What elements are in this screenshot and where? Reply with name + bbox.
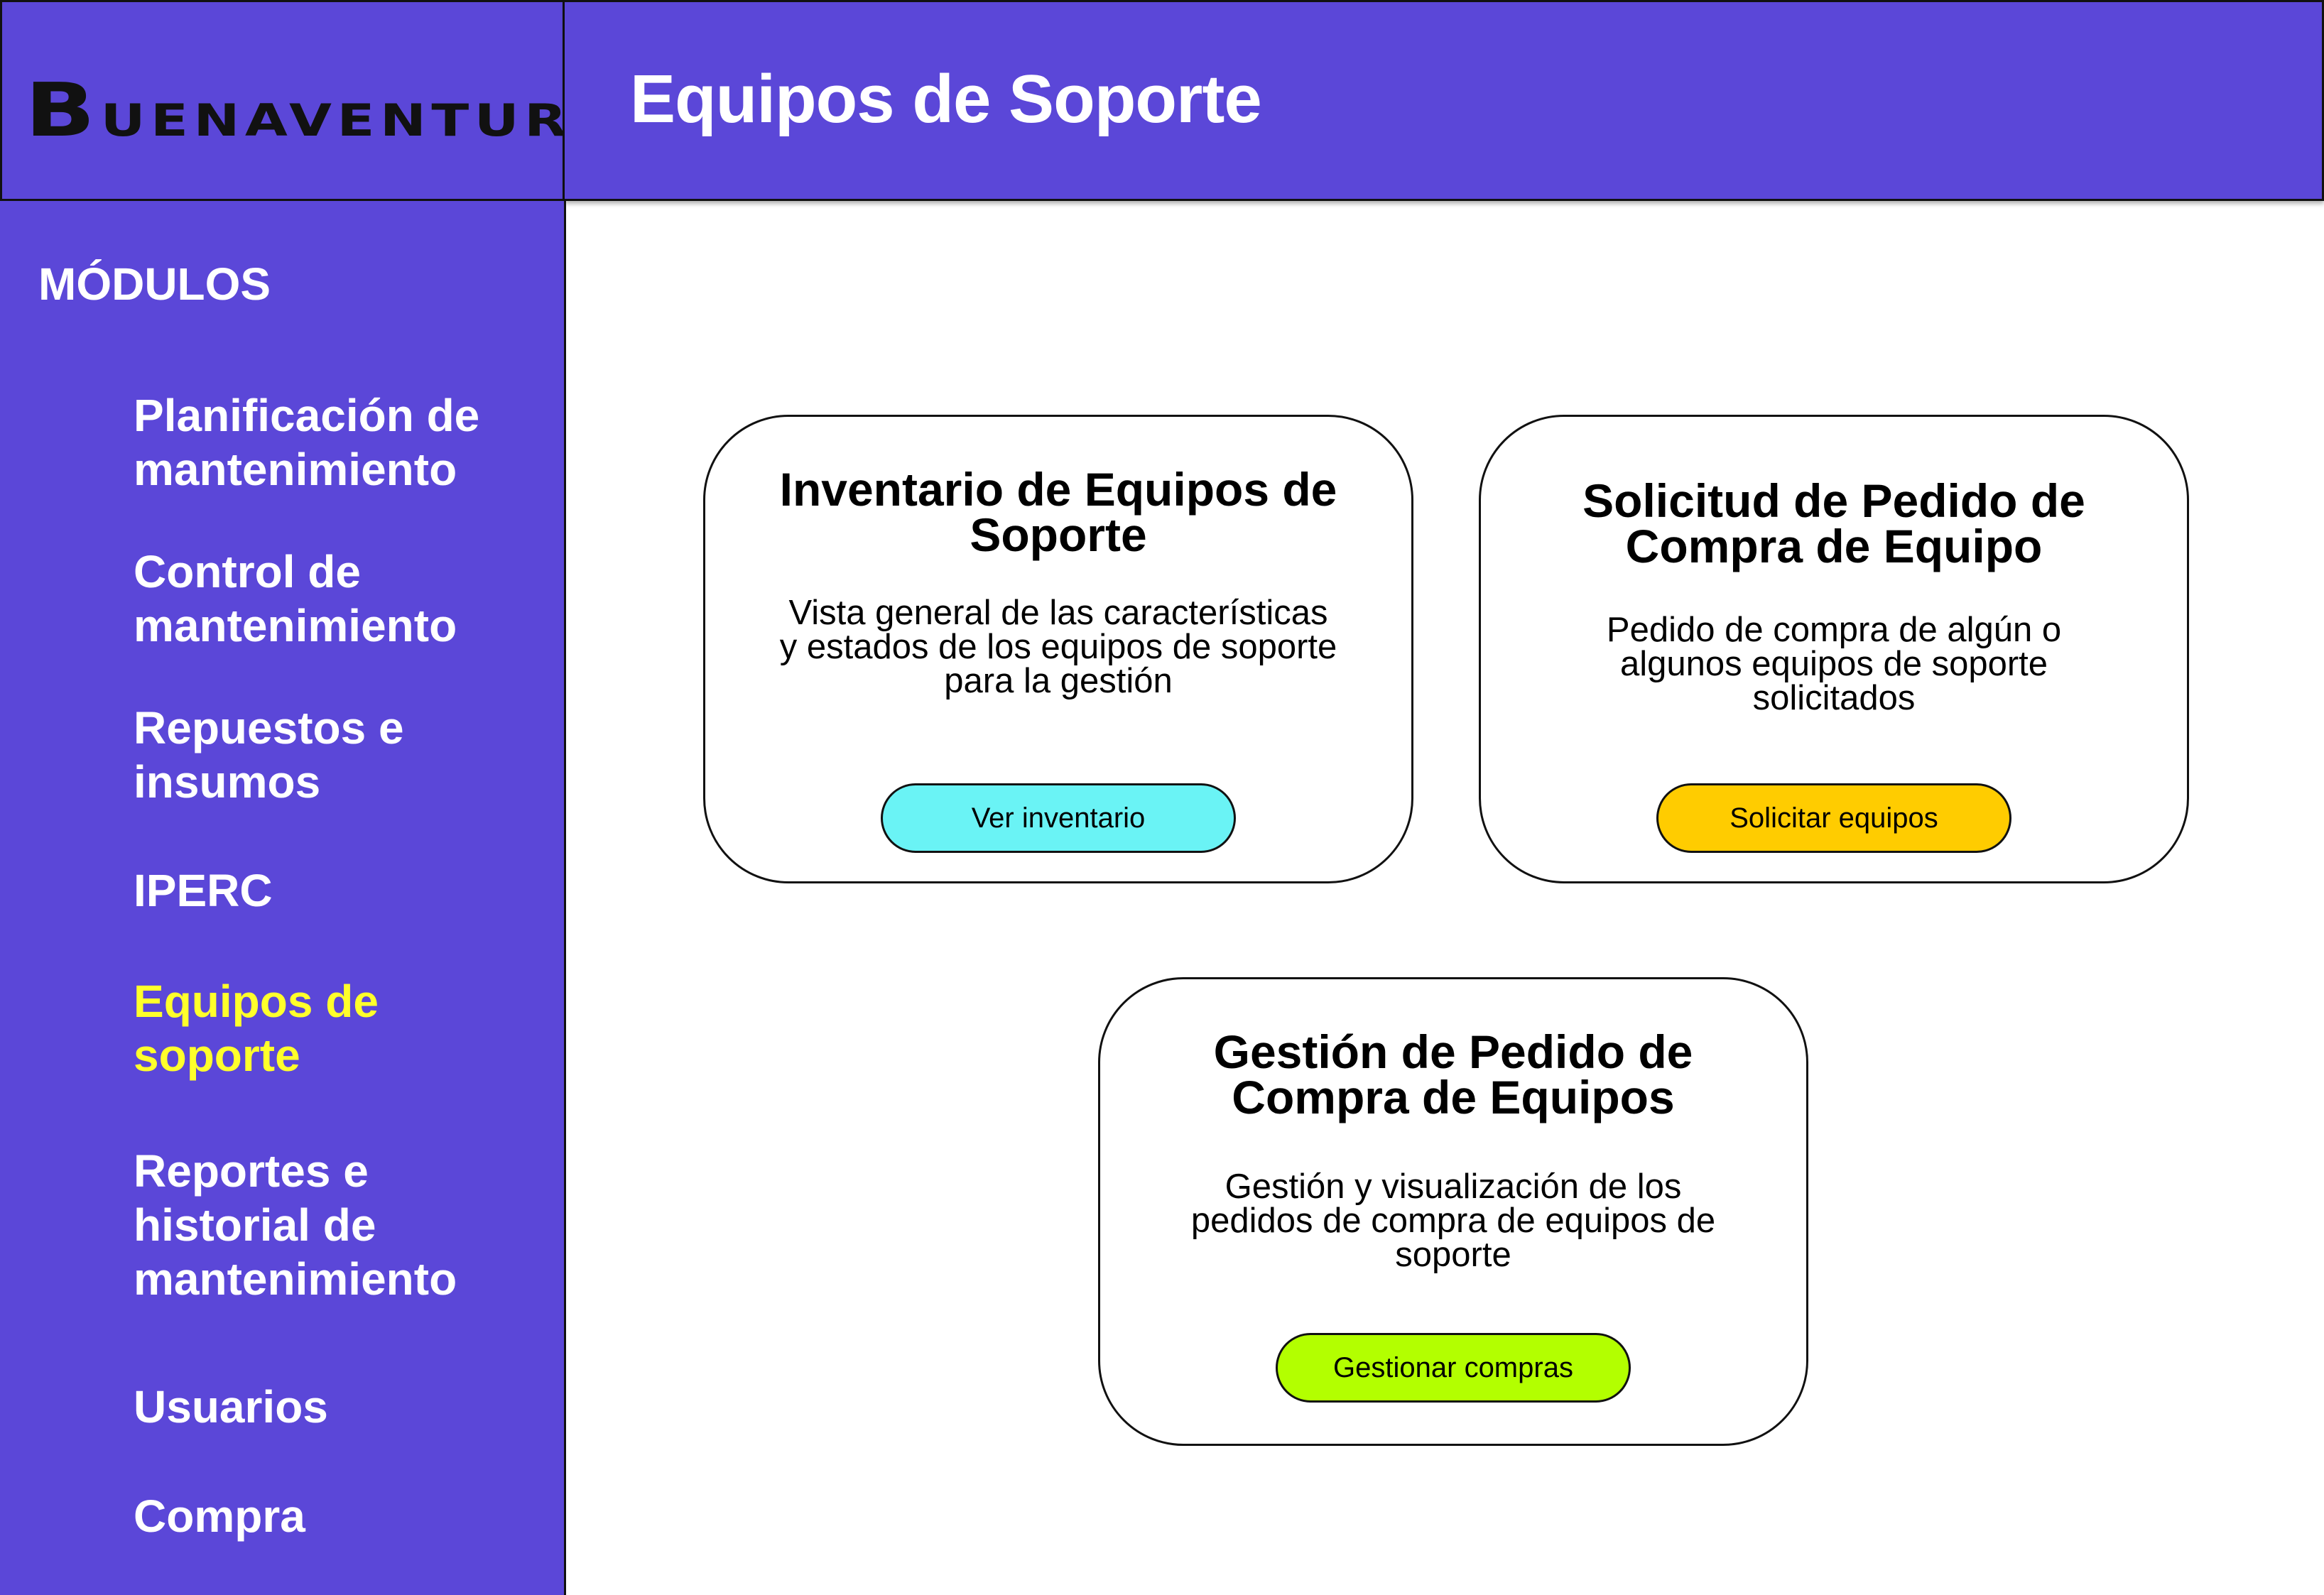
sidebar-item-iperc[interactable]: IPERC xyxy=(134,864,531,918)
card-description: Pedido de compra de algún o algunos equi… xyxy=(1606,611,2062,717)
sidebar-heading: MÓDULOS xyxy=(38,258,271,310)
card-inventario: Inventario de Equipos de Soporte Vista g… xyxy=(703,415,1413,883)
ver-inventario-button[interactable]: Ver inventario xyxy=(881,783,1236,853)
sidebar-item-repuestos[interactable]: Repuestos e insumos xyxy=(134,701,531,809)
logo-panel: BUENAVENTURA xyxy=(0,0,614,201)
sidebar-item-usuarios[interactable]: Usuarios xyxy=(134,1380,531,1434)
card-description: Vista general de las características y e… xyxy=(779,594,1337,700)
logo-text: UENAVENTURA xyxy=(100,94,620,146)
solicitar-equipos-button[interactable]: Solicitar equipos xyxy=(1656,783,2011,853)
logo-initial: B xyxy=(25,67,101,153)
sidebar-item-control[interactable]: Control de mantenimiento xyxy=(134,545,531,653)
card-title: Inventario de Equipos de Soporte xyxy=(779,463,1337,561)
sidebar-item-compra[interactable]: Compra xyxy=(134,1489,531,1543)
page-header: Equipos de Soporte xyxy=(565,0,2324,201)
gestionar-compras-button[interactable]: Gestionar compras xyxy=(1276,1333,1631,1403)
sidebar-item-reportes[interactable]: Reportes e historial de mantenimiento xyxy=(134,1144,531,1306)
card-title: Gestión de Pedido de Compra de Equipos xyxy=(1213,1025,1693,1123)
sidebar-item-planificacion[interactable]: Planificación de mantenimiento xyxy=(134,388,531,496)
card-solicitud: Solicitud de Pedido de Compra de Equipo … xyxy=(1479,415,2189,883)
sidebar-item-equipos-soporte[interactable]: Equipos de soporte xyxy=(134,974,531,1082)
card-gestion: Gestión de Pedido de Compra de Equipos G… xyxy=(1098,977,1808,1446)
page-title: Equipos de Soporte xyxy=(630,61,1262,137)
card-title: Solicitud de Pedido de Compra de Equipo xyxy=(1582,474,2085,572)
buenaventura-logo: BUENAVENTURA xyxy=(25,73,620,147)
card-description: Gestión y visualización de los pedidos d… xyxy=(1190,1167,1716,1274)
sidebar: MÓDULOS Planificación de mantenimiento C… xyxy=(0,201,566,1595)
